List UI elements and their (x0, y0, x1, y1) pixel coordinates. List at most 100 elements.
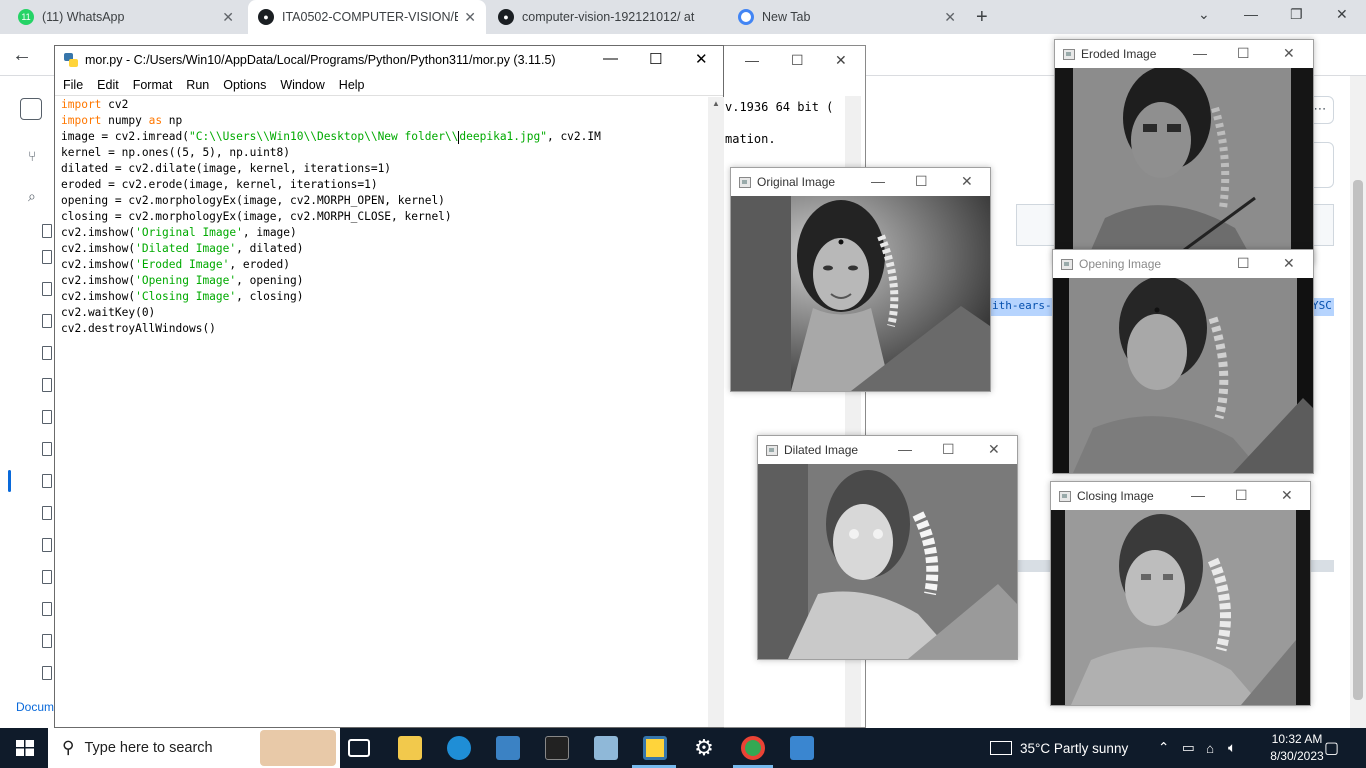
close-icon[interactable]: ✕ (1283, 45, 1295, 62)
new-tab-button[interactable]: + (976, 6, 988, 29)
task-view-icon[interactable] (348, 739, 370, 757)
tab-github-ita0502[interactable]: ● ITA0502-COMPUTER-VISION/EX ✕ (248, 0, 486, 34)
minimize-icon[interactable]: — (871, 173, 885, 189)
menu-format[interactable]: Format (133, 78, 173, 92)
windows-start-icon[interactable] (16, 740, 34, 756)
chevron-up-icon[interactable]: ⌃ (1158, 728, 1169, 768)
store-icon[interactable] (496, 736, 520, 760)
minimize-icon[interactable]: — (1244, 6, 1258, 22)
menu-edit[interactable]: Edit (97, 78, 119, 92)
maximize-icon[interactable]: ☐ (1237, 45, 1250, 62)
close-icon[interactable]: ✕ (961, 173, 973, 190)
shell-banner-line: mation. (725, 132, 776, 146)
file-explorer-icon[interactable] (398, 736, 422, 760)
idle-title-bar[interactable]: mor.py - C:/Users/Win10/AppData/Local/Pr… (55, 46, 723, 74)
file-icon[interactable] (42, 378, 52, 392)
editor-scrollbar[interactable]: ▲ (708, 97, 724, 727)
file-icon[interactable] (42, 506, 52, 520)
scroll-up-icon[interactable]: ▲ (712, 99, 720, 108)
menu-help[interactable]: Help (339, 78, 365, 92)
close-icon[interactable]: ✕ (944, 9, 956, 26)
menu-file[interactable]: File (63, 78, 83, 92)
file-icon[interactable] (42, 314, 52, 328)
maximize-icon[interactable]: ☐ (791, 52, 804, 69)
file-icon[interactable] (42, 410, 52, 424)
opening-image-title-bar[interactable]: Opening Image ☐ ✕ (1053, 250, 1313, 278)
branch-icon[interactable]: ⑂ (28, 148, 36, 164)
file-icon[interactable] (42, 570, 52, 584)
selected-link-text: ith-ears- (990, 298, 1054, 316)
network-icon[interactable]: ⌂ (1206, 728, 1214, 768)
close-icon[interactable]: ✕ (1283, 255, 1295, 272)
file-icon[interactable] (42, 224, 52, 238)
maximize-icon[interactable]: ☐ (942, 441, 955, 458)
github-icon: ● (498, 9, 514, 25)
close-icon[interactable]: ✕ (835, 52, 847, 69)
close-icon[interactable]: ✕ (464, 9, 476, 26)
shell-banner-line: v.1936 64 bit ( (725, 100, 834, 114)
notepad-icon[interactable] (594, 736, 618, 760)
eroded-image-title-bar[interactable]: Eroded Image — ☐ ✕ (1055, 40, 1313, 68)
file-icon[interactable] (42, 666, 52, 680)
menu-options[interactable]: Options (223, 78, 266, 92)
close-icon[interactable]: ✕ (988, 441, 1000, 458)
page-scroll-thumb[interactable] (1353, 180, 1363, 700)
edge-icon[interactable] (447, 736, 471, 760)
docs-link[interactable]: Docum (16, 700, 54, 714)
opening-image-window: Opening Image ☐ ✕ (1052, 249, 1314, 474)
terminal-icon[interactable] (545, 736, 569, 760)
minimize-icon[interactable]: — (603, 50, 618, 67)
closing-image-title-bar[interactable]: Closing Image — ☐ ✕ (1051, 482, 1310, 510)
maximize-icon[interactable]: ☐ (1237, 255, 1250, 272)
minimize-icon[interactable]: — (898, 441, 912, 457)
file-icon[interactable] (42, 634, 52, 648)
close-icon[interactable]: ✕ (695, 50, 708, 68)
file-icon[interactable] (42, 602, 52, 616)
minimize-icon[interactable]: — (1193, 45, 1207, 61)
window-title: Original Image (757, 175, 836, 189)
tab-new-tab[interactable]: New Tab ✕ (728, 0, 966, 34)
code-editor[interactable]: import cv2 import numpy as np image = cv2.… (61, 97, 709, 337)
volume-icon[interactable]: 🔈︎ (1228, 728, 1236, 768)
settings-gear-icon[interactable]: ⚙ (692, 736, 716, 760)
close-icon[interactable]: ✕ (1336, 6, 1348, 23)
menu-run[interactable]: Run (186, 78, 209, 92)
file-icon[interactable] (42, 250, 52, 264)
taskbar-clock[interactable]: 10:32 AM 8/30/2023 (1264, 731, 1330, 765)
python-idle-icon[interactable] (643, 736, 667, 760)
window-title: Closing Image (1077, 489, 1154, 503)
sidebar-toggle-icon[interactable] (20, 98, 42, 120)
python-icon (64, 53, 78, 67)
close-icon[interactable]: ✕ (1281, 487, 1293, 504)
close-icon[interactable]: ✕ (222, 9, 234, 26)
maximize-icon[interactable]: ☐ (915, 173, 928, 190)
chevron-down-icon[interactable]: ⌄ (1198, 6, 1210, 23)
search-icon[interactable]: ⌕ (28, 188, 36, 205)
code-line: dilated = cv2.dilate(image, kernel, iter… (61, 162, 392, 175)
maximize-icon[interactable]: ☐ (649, 50, 662, 68)
notification-icon[interactable]: ▢ (1324, 728, 1339, 768)
file-icon[interactable] (42, 474, 52, 488)
minimize-icon[interactable]: — (745, 52, 759, 68)
menu-window[interactable]: Window (280, 78, 324, 92)
tab-github-computer-vision[interactable]: ● computer-vision-192121012/ at (488, 0, 726, 34)
taskbar-search-box[interactable]: ⚲ Type here to search (48, 728, 340, 768)
photos-icon[interactable] (790, 736, 814, 760)
restore-icon[interactable]: ❐ (1290, 6, 1303, 23)
dilated-image-title-bar[interactable]: Dilated Image — ☐ ✕ (758, 436, 1017, 464)
image-window-icon (1061, 258, 1073, 270)
weather-widget[interactable]: 35°C Partly sunny (990, 728, 1128, 768)
file-icon[interactable] (42, 346, 52, 360)
file-icon[interactable] (42, 442, 52, 456)
file-icon[interactable] (42, 282, 52, 296)
battery-icon[interactable]: ▭ (1182, 728, 1195, 768)
minimize-icon[interactable]: — (1191, 487, 1205, 503)
chrome-icon[interactable] (741, 736, 765, 760)
maximize-icon[interactable]: ☐ (1235, 487, 1248, 504)
back-arrow-icon[interactable]: ← (12, 44, 32, 67)
file-icon[interactable] (42, 538, 52, 552)
tab-whatsapp[interactable]: 11 (11) WhatsApp ✕ (8, 0, 244, 34)
original-image-title-bar[interactable]: Original Image — ☐ ✕ (731, 168, 990, 196)
original-image (731, 196, 990, 391)
window-title: Opening Image (1079, 257, 1162, 271)
